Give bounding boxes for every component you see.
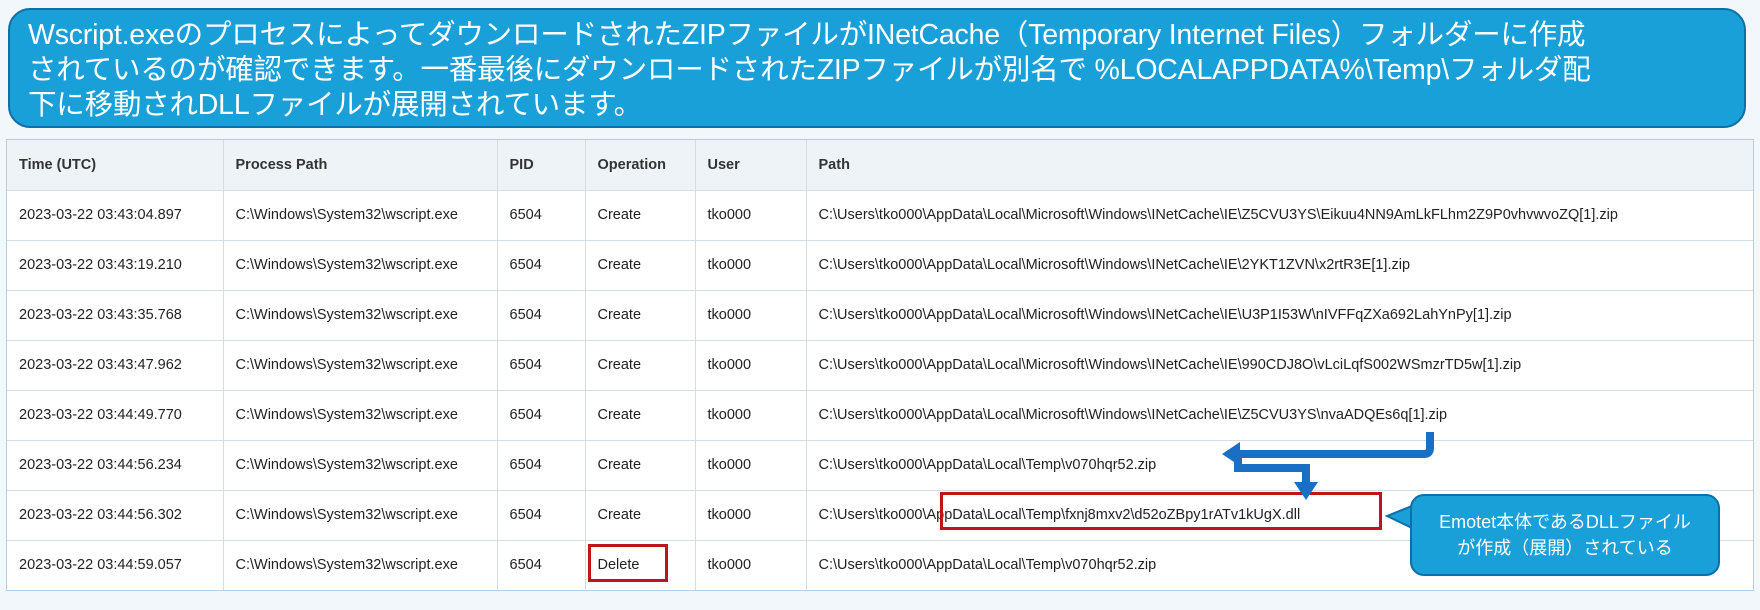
arrow-to-dll-icon: [1234, 456, 1318, 500]
annotation-callout: Emotet本体であるDLLファイル が作成（展開）されている: [1410, 494, 1720, 576]
callout-line-2: が作成（展開）されている: [1457, 538, 1673, 558]
callout-pointer: [1384, 504, 1413, 530]
callout-line-1: Emotet本体であるDLLファイル: [1439, 512, 1691, 532]
arrow-to-temp-zip-icon: [1222, 432, 1434, 466]
